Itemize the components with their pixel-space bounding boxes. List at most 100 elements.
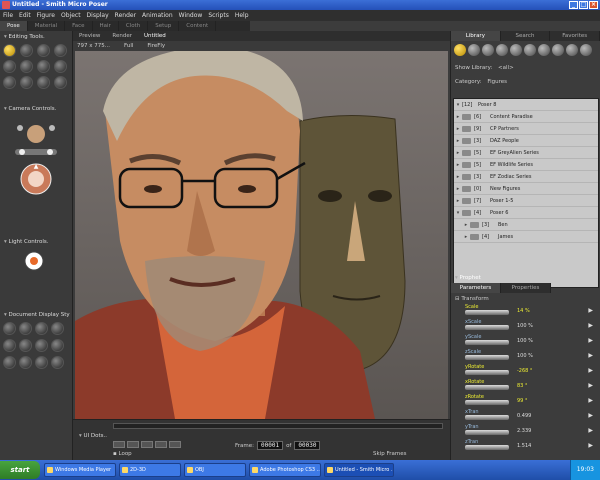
param-menu-icon[interactable]: ▶ [588,412,593,419]
morphing-tool-icon[interactable] [37,76,50,89]
param-dial[interactable] [465,355,509,360]
skip-frames-toggle[interactable]: Skip Frames [373,451,406,457]
light-controls[interactable] [0,247,73,277]
menu-display[interactable]: Display [87,12,109,19]
param-menu-icon[interactable]: ▶ [588,352,593,359]
tree-item[interactable]: ▸ [5] EF Wildlife Series [454,159,598,171]
param-dial[interactable] [465,385,509,390]
scale-tool-icon[interactable] [3,60,16,73]
param-value[interactable]: 83 ° [517,383,527,389]
param-value[interactable]: 100 % [517,323,533,329]
expand-icon[interactable]: ▸ [454,162,462,168]
ui-dots-header[interactable]: UI Dots.. [75,432,108,441]
param-value[interactable]: 100 % [517,338,533,344]
param-ztran[interactable]: zTran 1.514 ▶ [451,438,600,453]
menu-edit[interactable]: Edit [19,12,31,19]
display-style-icon[interactable] [3,339,16,352]
figures-category-icon[interactable] [454,44,466,56]
expand-icon[interactable]: ▾ [454,210,462,216]
param-xscale[interactable]: xScale 100 % ▶ [451,318,600,333]
param-dial[interactable] [465,430,509,435]
hair-category-icon[interactable] [496,44,508,56]
maximize-button[interactable]: □ [579,1,588,9]
param-dial[interactable] [465,325,509,330]
param-menu-icon[interactable]: ▶ [588,382,593,389]
expand-icon[interactable]: ▸ [462,222,470,228]
tree-item[interactable]: ▸ [3] EF Zodiac Series [454,171,598,183]
rotate-tool-icon[interactable] [3,44,16,57]
tab-hair[interactable]: Hair [93,21,119,31]
param-value[interactable]: 100 % [517,353,533,359]
menu-figure[interactable]: Figure [37,12,55,19]
param-xtran[interactable]: xTran 0.499 ▶ [451,408,600,423]
task-obj[interactable]: OBJ [184,463,246,477]
loop-toggle[interactable]: ▪ Loop [113,451,132,457]
display-style-icon[interactable] [19,322,32,335]
display-style-icon[interactable] [19,356,32,369]
play-button[interactable] [155,441,167,448]
materials-category-icon[interactable] [566,44,578,56]
display-style-icon[interactable] [35,322,48,335]
hands-category-icon[interactable] [510,44,522,56]
tree-item[interactable]: ▸ [4] James [454,231,598,243]
param-zrotate[interactable]: zRotate 99 ° ▶ [451,393,600,408]
menu-scripts[interactable]: Scripts [208,12,229,19]
prev-frame-button[interactable] [127,441,139,448]
param-menu-icon[interactable]: ▶ [588,397,593,404]
param-scale[interactable]: Scale 14 % ▶ [451,303,600,318]
taper-tool-icon[interactable] [20,60,33,73]
task-photoshop[interactable]: Adobe Photoshop CS3 ... [249,463,321,477]
cameras-category-icon[interactable] [552,44,564,56]
tree-item[interactable]: ▸ [6] Content Paradise [454,111,598,123]
display-style-icon[interactable] [3,322,16,335]
param-value[interactable]: 0.499 [517,413,531,419]
tab-preview[interactable]: Preview [73,31,106,41]
param-value[interactable]: -268 ° [517,368,532,374]
render-quality[interactable]: Full [124,43,133,49]
tab-favorites[interactable]: Favorites [550,31,600,41]
tab-cloth[interactable]: Cloth [119,21,149,31]
display-style-icon[interactable] [51,339,64,352]
expand-icon[interactable]: ▾ [454,102,462,108]
tree-item[interactable]: ▸ [0] New Figures [454,183,598,195]
poses-category-icon[interactable] [468,44,480,56]
display-style-icon[interactable] [35,356,48,369]
transform-group[interactable]: ⊟ Transform [451,295,600,303]
show-library-row[interactable]: Show Library: <all> [451,64,600,72]
close-button[interactable]: × [589,1,598,9]
rewind-button[interactable] [113,441,125,448]
color-tool-icon[interactable] [54,60,67,73]
category-value[interactable]: Figures [487,79,507,85]
display-style-icon[interactable] [3,356,16,369]
task-poser[interactable]: Untitled - Smith Micro ... [324,463,394,477]
expand-icon[interactable]: ▸ [454,174,462,180]
tree-root-item[interactable]: ▾ [12] Poser 8 [454,99,598,111]
tab-library[interactable]: Library [451,31,501,41]
translate-tool-icon[interactable] [37,44,50,57]
param-xrotate[interactable]: xRotate 83 ° ▶ [451,378,600,393]
param-dial[interactable] [465,415,509,420]
render-viewport[interactable] [75,51,448,419]
param-menu-icon[interactable]: ▶ [588,442,593,449]
tab-content[interactable]: Content [179,21,217,31]
tab-material[interactable]: Material [28,21,66,31]
param-menu-icon[interactable]: ▶ [588,322,593,329]
scenes-category-icon[interactable] [580,44,592,56]
next-frame-button[interactable] [169,441,181,448]
direct-manipulation-icon[interactable] [54,76,67,89]
menu-object[interactable]: Object [61,12,81,19]
menu-render[interactable]: Render [115,12,136,19]
param-dial[interactable] [465,445,509,450]
expand-icon[interactable]: ▸ [454,138,462,144]
expand-icon[interactable]: ▸ [454,150,462,156]
tab-setup[interactable]: Setup [148,21,180,31]
props-category-icon[interactable] [524,44,536,56]
camera-controls[interactable]: ▲ [0,114,73,224]
display-style-icon[interactable] [35,339,48,352]
tree-item[interactable]: ▸ [7] Poser 1-5 [454,195,598,207]
param-dial[interactable] [465,370,509,375]
frame-current-input[interactable]: 00001 [257,441,284,450]
tab-properties[interactable]: Properties [501,283,551,293]
tab-pose[interactable]: Pose [0,21,28,31]
tree-item[interactable]: ▸ [9] CP Partners [454,123,598,135]
